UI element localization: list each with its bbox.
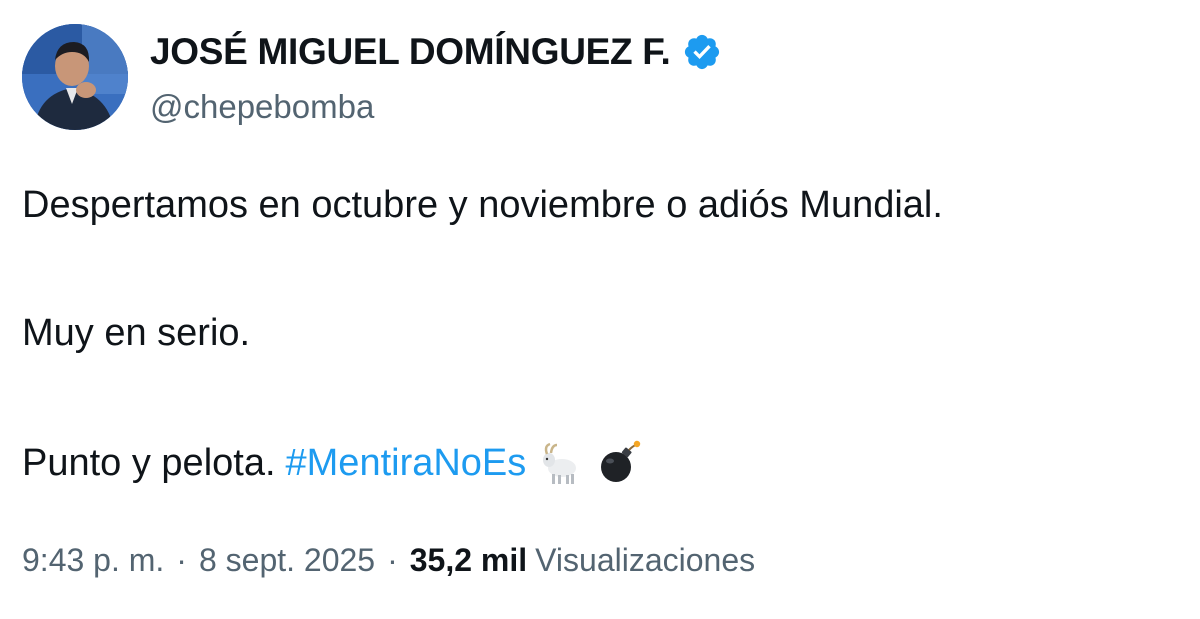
user-handle[interactable]: @chepebomba bbox=[150, 88, 722, 126]
profile-photo-icon bbox=[22, 24, 128, 130]
avatar[interactable] bbox=[22, 24, 128, 130]
goat-emoji-icon bbox=[538, 440, 584, 486]
views-count[interactable]: 35,2 mil bbox=[410, 542, 527, 579]
tweet-text-line-2: Muy en serio. bbox=[22, 312, 251, 354]
meta-separator-2: · bbox=[387, 542, 398, 578]
tweet-meta: 9:43 p. m. · 8 sept. 2025 · 35,2 mil Vis… bbox=[22, 542, 755, 579]
tweet-text-line-3-label: Punto y pelota. bbox=[22, 442, 276, 484]
tweet-date[interactable]: 8 sept. 2025 bbox=[199, 542, 375, 579]
tweet-text-line-1: Despertamos en octubre y noviembre o adi… bbox=[22, 184, 943, 226]
bomb-emoji-icon bbox=[596, 440, 642, 486]
tweet-header: JOSÉ MIGUEL DOMÍNGUEZ F. @chepebomba bbox=[150, 26, 722, 126]
tweet-text-line-3: Punto y pelota. #MentiraNoEs bbox=[22, 440, 642, 486]
display-name[interactable]: JOSÉ MIGUEL DOMÍNGUEZ F. bbox=[150, 31, 671, 73]
meta-separator: · bbox=[176, 542, 187, 578]
hashtag-link[interactable]: #MentiraNoEs bbox=[286, 444, 527, 482]
tweet-card: JOSÉ MIGUEL DOMÍNGUEZ F. @chepebomba Des… bbox=[0, 0, 1200, 619]
name-row: JOSÉ MIGUEL DOMÍNGUEZ F. bbox=[150, 26, 722, 78]
views-label: Visualizaciones bbox=[535, 542, 756, 578]
verified-badge-icon[interactable] bbox=[682, 32, 722, 72]
tweet-time[interactable]: 9:43 p. m. bbox=[22, 542, 164, 579]
